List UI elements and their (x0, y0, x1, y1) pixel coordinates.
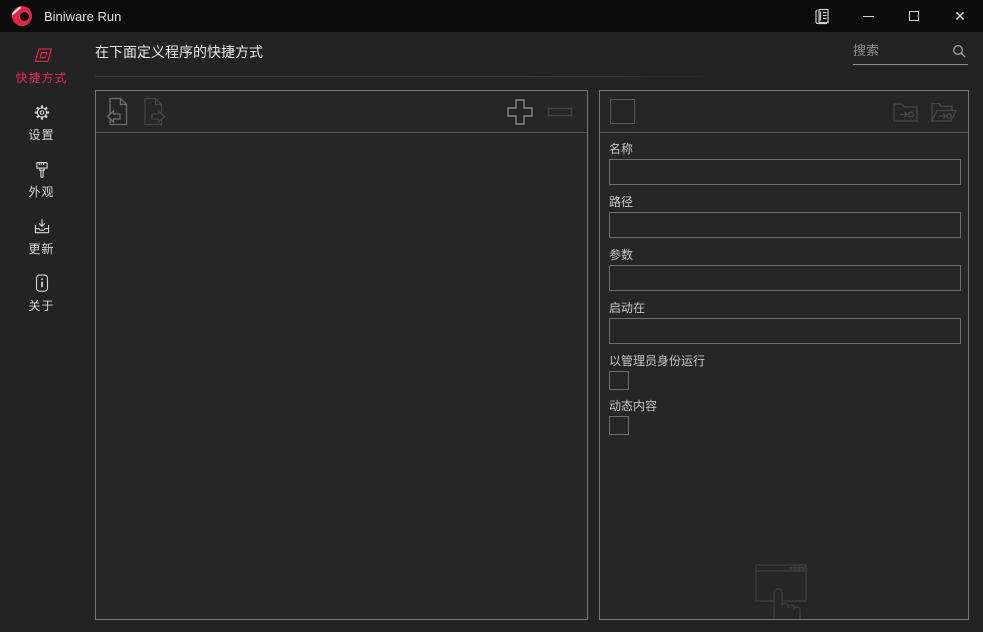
run-as-admin-label: 以管理员身份运行 (609, 352, 959, 366)
changelog-book-button[interactable] (799, 0, 845, 32)
path-input[interactable] (609, 212, 961, 238)
sidebar-item-label: 快捷方式 (15, 69, 67, 86)
search-input[interactable] (853, 39, 949, 61)
sidebar-item-label: 更新 (28, 240, 54, 257)
info-icon (29, 274, 55, 293)
maximize-icon (909, 11, 919, 21)
minimize-button[interactable] (845, 0, 891, 32)
sidebar: 快捷方式 设置 (0, 32, 83, 632)
parameters-input[interactable] (609, 265, 961, 291)
import-button[interactable] (106, 97, 131, 126)
open-book-icon (813, 7, 832, 26)
shortcut-diamond-icon (26, 46, 58, 65)
header-divider (95, 76, 740, 77)
sidebar-item-label: 外观 (28, 183, 54, 200)
details-toolbar (600, 91, 968, 133)
gear-icon (29, 103, 55, 122)
dynamic-content-checkbox[interactable] (609, 416, 629, 435)
minimize-icon (863, 16, 874, 17)
shortcut-form: 名称 路径 参数 启动在 以管理员身份运行 动态内容 (600, 133, 968, 435)
parameters-label: 参数 (609, 246, 959, 260)
export-button[interactable] (141, 97, 166, 126)
shortcut-list[interactable] (96, 133, 587, 619)
import-document-icon (106, 97, 131, 126)
sidebar-item-appearance[interactable]: 外观 (0, 160, 83, 200)
close-icon: ✕ (954, 9, 966, 23)
sidebar-item-update[interactable]: 更新 (0, 217, 83, 257)
maximize-button[interactable] (891, 0, 937, 32)
minus-icon (545, 97, 575, 127)
sidebar-item-settings[interactable]: 设置 (0, 103, 83, 143)
start-in-input[interactable] (609, 318, 961, 344)
search-icon (952, 44, 966, 58)
remove-shortcut-button[interactable] (545, 97, 575, 127)
folder-closed-arrow-icon (892, 100, 919, 124)
app-logo-icon (12, 6, 32, 26)
shortcut-list-panel (95, 90, 588, 620)
shortcut-details-panel: 名称 路径 参数 启动在 以管理员身份运行 动态内容 (599, 90, 969, 620)
browse-file-button[interactable] (892, 100, 919, 124)
dynamic-content-label: 动态内容 (609, 397, 959, 411)
window-click-hand-icon (740, 561, 832, 620)
add-shortcut-button[interactable] (505, 97, 535, 127)
paintbrush-icon (29, 160, 55, 179)
name-label: 名称 (609, 140, 959, 154)
shortcut-list-toolbar (96, 91, 587, 133)
sidebar-item-label: 关于 (28, 297, 54, 314)
search-box (853, 37, 968, 65)
path-label: 路径 (609, 193, 959, 207)
page-title: 在下面定义程序的快捷方式 (95, 42, 263, 62)
download-tray-icon (29, 217, 55, 236)
name-input[interactable] (609, 159, 961, 185)
export-document-icon (141, 97, 166, 126)
shortcut-icon-preview (610, 99, 635, 124)
sidebar-item-label: 设置 (28, 126, 54, 143)
close-button[interactable]: ✕ (937, 0, 983, 32)
sidebar-item-about[interactable]: 关于 (0, 274, 83, 314)
run-as-admin-checkbox[interactable] (609, 371, 629, 390)
folder-open-arrow-icon (929, 100, 958, 124)
plus-icon (505, 97, 535, 127)
sidebar-item-shortcuts[interactable]: 快捷方式 (0, 46, 83, 86)
titlebar: Biniware Run ✕ (0, 0, 983, 32)
window-title: Biniware Run (44, 9, 121, 24)
window-controls: ✕ (799, 0, 983, 32)
start-in-label: 启动在 (609, 299, 959, 313)
browse-folder-button[interactable] (929, 100, 958, 124)
